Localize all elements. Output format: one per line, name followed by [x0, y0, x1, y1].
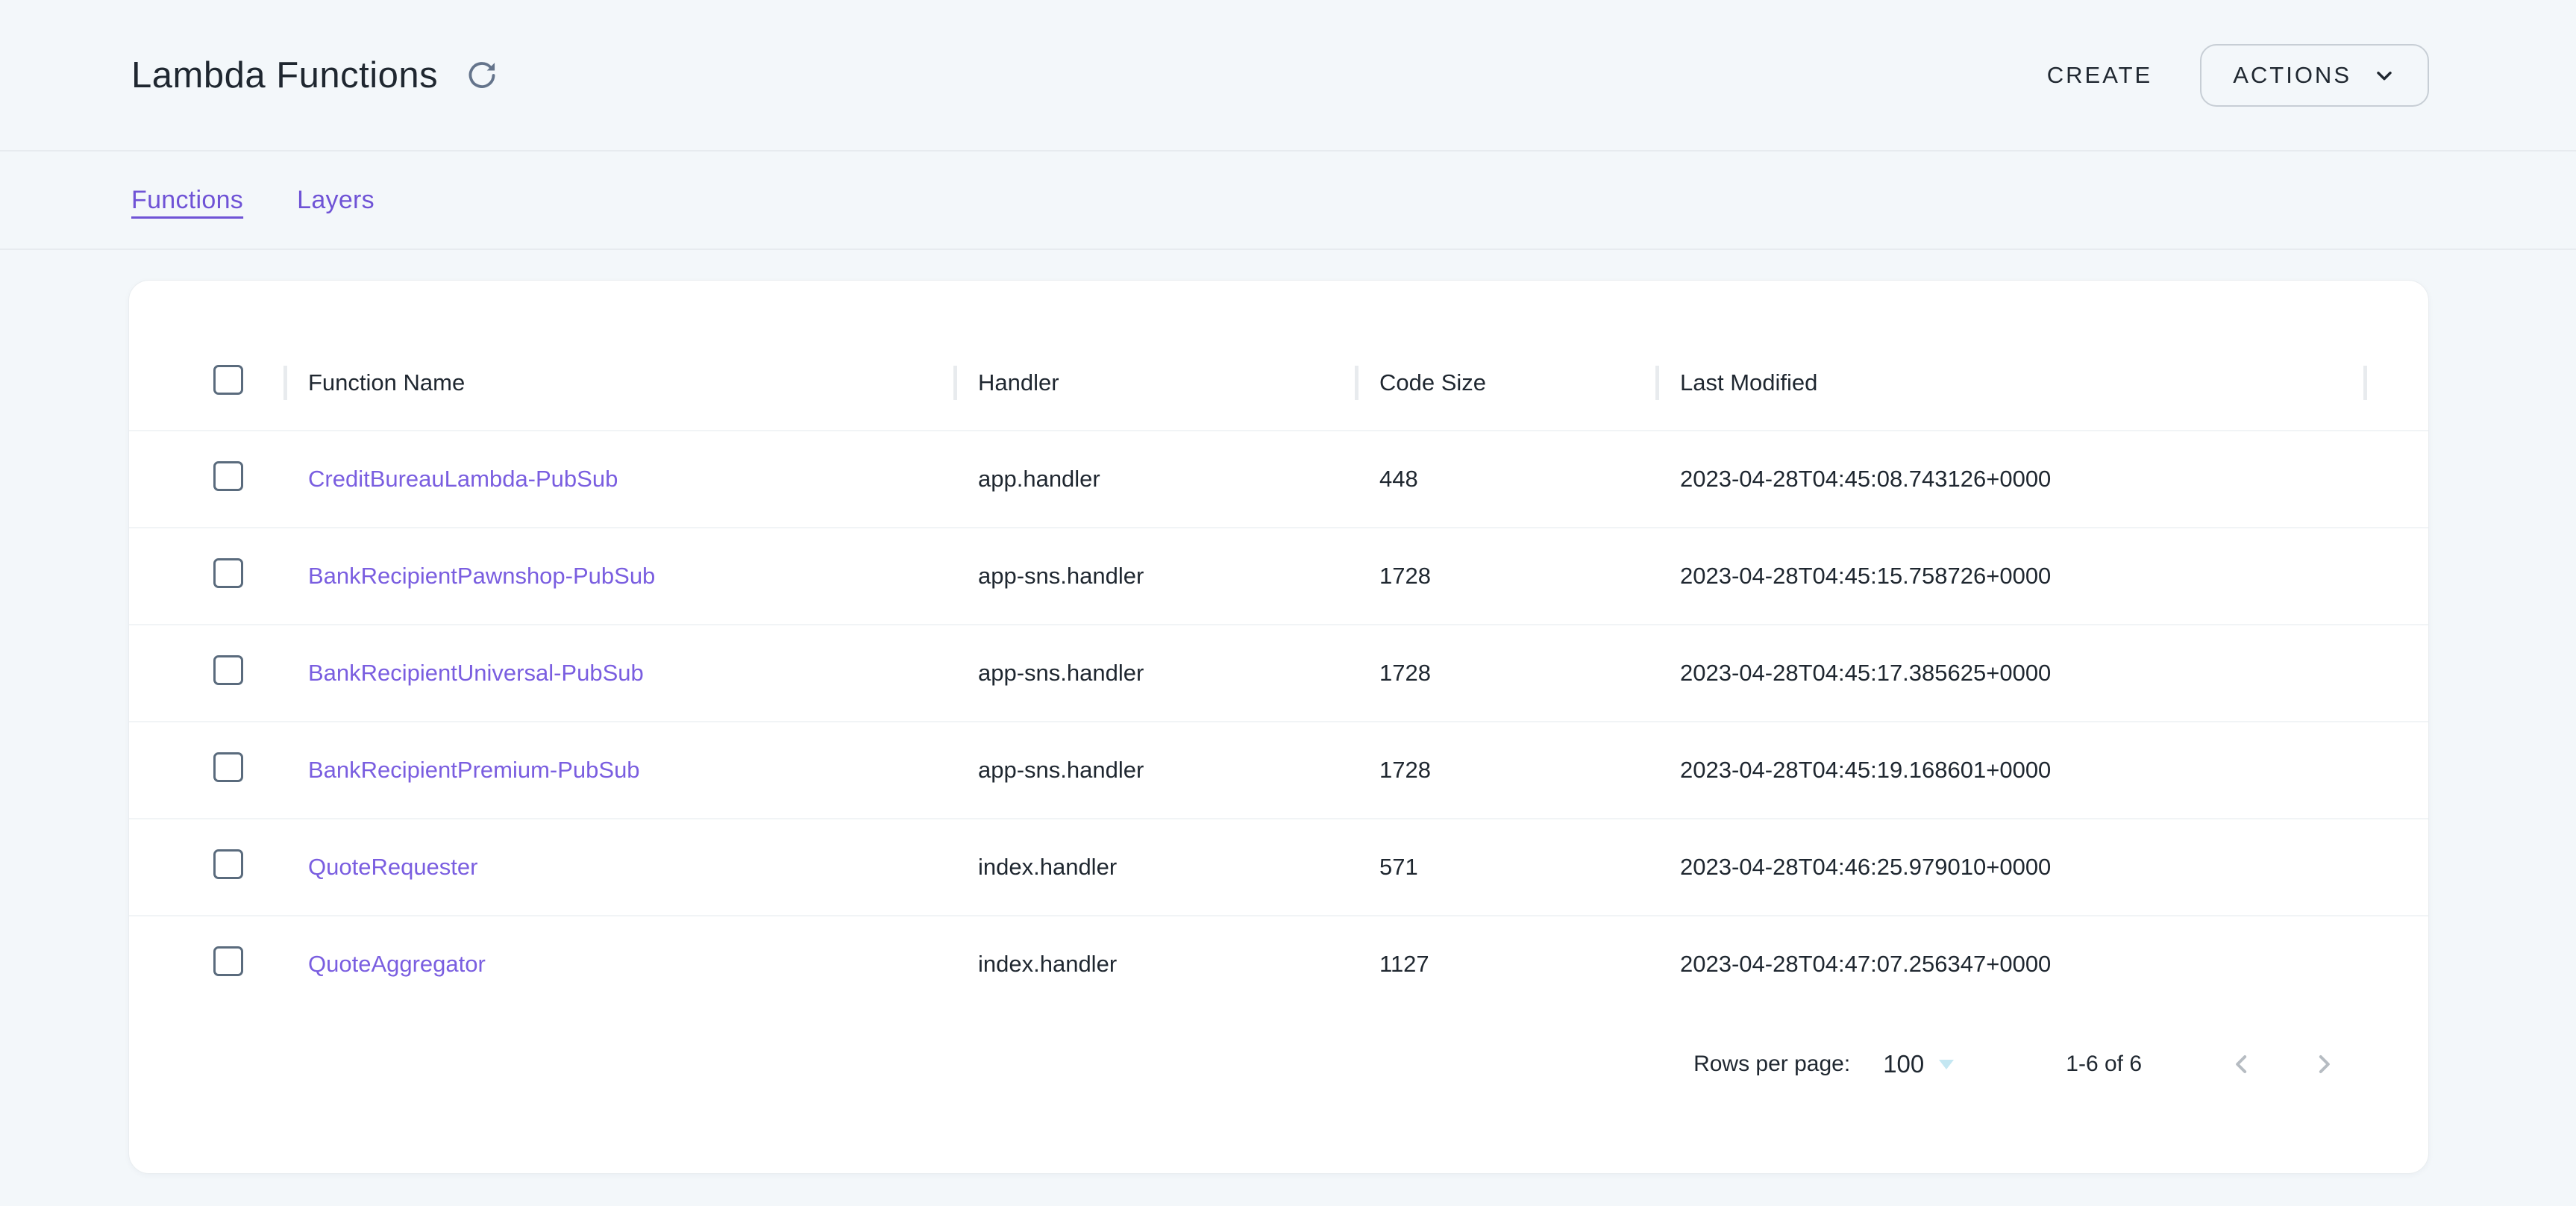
function-name-link[interactable]: CreditBureauLambda-PubSub	[308, 466, 618, 492]
last-modified-cell: 2023-04-28T04:45:08.743126+0000	[1655, 466, 2367, 493]
functions-table: Function Name Handler Code Size Last Mod…	[129, 335, 2428, 1102]
chevron-left-icon	[2227, 1049, 2257, 1079]
table-row: QuoteAggregator index.handler 1127 2023-…	[129, 915, 2428, 1012]
row-checkbox[interactable]	[213, 849, 243, 879]
create-button[interactable]: CREATE	[2047, 62, 2152, 89]
function-name-link[interactable]: QuoteAggregator	[308, 951, 486, 977]
handler-cell: index.handler	[953, 854, 1355, 881]
refresh-button[interactable]	[465, 58, 499, 93]
functions-table-card: Function Name Handler Code Size Last Mod…	[128, 280, 2429, 1174]
chevron-down-icon	[2372, 63, 2396, 87]
row-checkbox[interactable]	[213, 752, 243, 782]
page-title: Lambda Functions	[131, 54, 438, 96]
code-size-cell: 1728	[1355, 757, 1655, 784]
select-caret-icon	[1939, 1060, 1954, 1069]
column-header-code-size: Code Size	[1355, 369, 1655, 396]
last-modified-cell: 2023-04-28T04:45:15.758726+0000	[1655, 563, 2367, 590]
handler-cell: app-sns.handler	[953, 563, 1355, 590]
tab-functions[interactable]: Functions	[131, 186, 243, 215]
table-header-row: Function Name Handler Code Size Last Mod…	[129, 335, 2428, 430]
rows-per-page-value: 100	[1883, 1050, 1924, 1078]
pagination: Rows per page: 100 1-6 of 6	[129, 1027, 2346, 1102]
main-content: Function Name Handler Code Size Last Mod…	[0, 250, 2576, 1174]
select-all-checkbox[interactable]	[213, 365, 243, 395]
function-name-link[interactable]: BankRecipientUniversal-PubSub	[308, 660, 644, 686]
table-row: BankRecipientPawnshop-PubSub app-sns.han…	[129, 527, 2428, 624]
handler-cell: app-sns.handler	[953, 660, 1355, 687]
tabs: Functions Layers	[0, 151, 2576, 250]
handler-cell: app-sns.handler	[953, 757, 1355, 784]
actions-button[interactable]: ACTIONS	[2200, 44, 2429, 107]
pagination-range-label: 1-6 of 6	[2066, 1052, 2142, 1077]
last-modified-cell: 2023-04-28T04:47:07.256347+0000	[1655, 951, 2367, 978]
actions-button-label: ACTIONS	[2233, 62, 2351, 89]
table-row: BankRecipientPremium-PubSub app-sns.hand…	[129, 721, 2428, 818]
handler-cell: index.handler	[953, 951, 1355, 978]
row-checkbox[interactable]	[213, 946, 243, 976]
table-row: CreditBureauLambda-PubSub app.handler 44…	[129, 430, 2428, 527]
function-name-link[interactable]: BankRecipientPawnshop-PubSub	[308, 563, 655, 589]
last-modified-cell: 2023-04-28T04:45:17.385625+0000	[1655, 660, 2367, 687]
table-row: BankRecipientUniversal-PubSub app-sns.ha…	[129, 624, 2428, 721]
page-header: Lambda Functions CREATE ACTIONS	[0, 0, 2576, 151]
last-modified-cell: 2023-04-28T04:46:25.979010+0000	[1655, 854, 2367, 881]
code-size-cell: 571	[1355, 854, 1655, 881]
code-size-cell: 1127	[1355, 951, 1655, 978]
select-all-cell	[129, 365, 283, 401]
next-page-button[interactable]	[2301, 1042, 2346, 1087]
row-checkbox[interactable]	[213, 655, 243, 685]
function-name-link[interactable]: BankRecipientPremium-PubSub	[308, 757, 640, 783]
row-checkbox[interactable]	[213, 558, 243, 588]
last-modified-cell: 2023-04-28T04:45:19.168601+0000	[1655, 757, 2367, 784]
chevron-right-icon	[2309, 1049, 2339, 1079]
refresh-icon	[465, 58, 499, 93]
code-size-cell: 1728	[1355, 660, 1655, 687]
previous-page-button[interactable]	[2219, 1042, 2264, 1087]
code-size-cell: 1728	[1355, 563, 1655, 590]
code-size-cell: 448	[1355, 466, 1655, 493]
tab-layers[interactable]: Layers	[297, 186, 375, 215]
table-row: QuoteRequester index.handler 571 2023-04…	[129, 818, 2428, 915]
rows-per-page-select[interactable]: 100	[1883, 1050, 1954, 1078]
row-checkbox[interactable]	[213, 461, 243, 491]
table-body: CreditBureauLambda-PubSub app.handler 44…	[129, 430, 2428, 1012]
rows-per-page-label: Rows per page:	[1693, 1052, 1850, 1077]
function-name-link[interactable]: QuoteRequester	[308, 854, 477, 880]
column-header-last-modified: Last Modified	[1655, 369, 2367, 396]
column-header-function-name: Function Name	[283, 369, 953, 396]
column-header-handler: Handler	[953, 369, 1355, 396]
handler-cell: app.handler	[953, 466, 1355, 493]
header-actions: CREATE ACTIONS	[2047, 44, 2429, 107]
